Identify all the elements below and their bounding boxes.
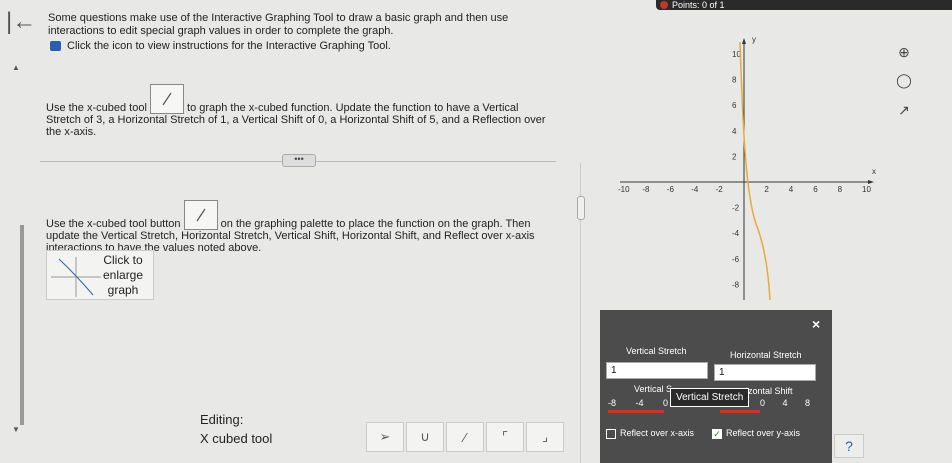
y-tick-label: -6 [732,255,740,264]
external-link-icon[interactable]: ↗ [894,100,914,120]
x-tick-label: -8 [642,185,650,194]
y-tick-label: 6 [732,101,737,110]
thumb-line-2: enlarge [103,268,144,282]
vertical-shift-label: Vertical S [634,384,673,394]
x-tick-label: -4 [691,185,699,194]
instruction-text: Use the x-cubed tool button on the graph… [46,200,558,254]
x-tick-label: 8 [838,185,843,194]
y-tick-label: -4 [732,229,740,238]
graph-canvas[interactable]: -10-8-6-4-2246810108642-2-4-6-8-10 x y [610,34,880,304]
reflect-y-checkbox[interactable]: ✓ [712,428,722,439]
back-arrow-icon[interactable]: |← [6,10,36,34]
graph-thumbnail-icon [51,257,101,297]
horizontal-shift-ticks: 0 4 8 [760,398,810,408]
hshift-tick: 4 [782,398,788,408]
thumb-line-3: graph [107,283,139,297]
y-axis-label: y [752,35,756,44]
intro-text: Some questions make use of the Interacti… [48,12,509,37]
x-cubed-tool-icon[interactable]: ∕ [446,422,484,452]
horizontal-shift-slider[interactable] [720,410,760,413]
collapse-up-icon[interactable]: ▲ [12,63,20,72]
x-axis-arrow-icon [868,180,874,184]
reflect-x-checkbox[interactable] [606,428,616,439]
instruction-part-1: Use the x-cubed tool button [46,218,181,230]
vshift-tick: -8 [608,398,617,408]
hshift-tick: 8 [804,398,810,408]
help-button[interactable]: ? [834,434,864,458]
hshift-tick: 0 [760,398,766,408]
points-text: Points: 0 of 1 [672,0,725,10]
reflect-x-label: Reflect over x-axis [620,428,695,438]
vertical-stretch-tooltip: Vertical Stretch [670,388,750,407]
x-tick-label: -2 [716,185,724,194]
x-tick-label: 6 [813,185,818,194]
y-tick-label: -2 [732,204,740,213]
editing-label: Editing: [200,412,244,427]
horizontal-stretch-label: Horizontal Stretch [730,350,802,360]
pointer-tool-icon[interactable]: ➢ [366,422,404,452]
vshift-tick: 0 [662,398,668,408]
reflect-y-label: Reflect over y-axis [726,428,801,438]
vshift-tick: -4 [635,398,644,408]
vertical-shift-slider[interactable] [608,410,664,413]
y-tick-label: 2 [732,152,737,161]
x-cubed-tool-icon [149,84,184,114]
x-tick-label: -6 [667,185,675,194]
vertical-stretch-label: Vertical Stretch [626,346,687,356]
thumb-line-1: Click to [103,253,143,267]
vertical-stretch-input[interactable]: 1 [606,362,708,379]
y-tick-label: -8 [732,280,740,289]
parabola-tool-icon[interactable]: ∪ [406,422,444,452]
instructions-row[interactable]: Click the icon to view instructions for … [50,40,391,52]
info-icon[interactable] [50,41,61,51]
sqrt-tool-icon[interactable]: ⌜ [486,422,524,452]
question-text: Use the x-cubed tool to graph the x-cube… [46,84,556,138]
x-axis-label: x [872,167,876,176]
collapse-down-icon[interactable]: ▼ [12,425,20,434]
zoom-in-icon[interactable]: ⊕ [894,42,914,62]
points-icon [660,1,668,9]
x-tick-label: -10 [618,185,630,194]
left-scrollbar[interactable] [20,225,24,425]
editing-status: Editing: X cubed tool [200,410,272,448]
x-cubed-tool-button-icon [183,200,218,230]
question-part-1: Use the x-cubed tool [46,102,147,114]
cube-root-tool-icon[interactable]: ⌟ [526,422,564,452]
x-tick-label: 10 [862,185,871,194]
pane-resize-handle[interactable] [577,196,585,220]
enlarge-graph-thumbnail[interactable]: Click to enlarge graph [46,250,154,300]
expand-dots-button[interactable]: ••• [282,154,316,167]
points-bar: Points: 0 of 1 [656,0,952,10]
horizontal-stretch-input[interactable]: 1 [714,364,816,381]
x-tick-label: 4 [789,185,794,194]
x-tick-label: 2 [764,185,769,194]
editing-value: X cubed tool [200,431,273,446]
y-tick-label: 8 [732,76,737,85]
graphing-palette: ➢ ∪ ∕ ⌜ ⌟ [366,422,564,452]
reflect-x-row[interactable]: Reflect over x-axis [606,428,694,439]
instructions-link: Click the icon to view instructions for … [67,40,391,52]
zoom-out-icon[interactable]: ◯ [894,70,914,90]
vertical-shift-ticks: -8 -4 0 [608,398,668,408]
reflect-y-row[interactable]: ✓ Reflect over y-axis [712,428,800,439]
close-icon[interactable]: × [812,316,820,332]
horizontal-shift-label: izontal Shift [746,386,793,396]
y-axis-arrow-icon [742,38,746,44]
y-tick-label: 4 [732,127,737,136]
properties-panel: × Vertical Stretch Horizontal Stretch 1 … [600,310,832,463]
